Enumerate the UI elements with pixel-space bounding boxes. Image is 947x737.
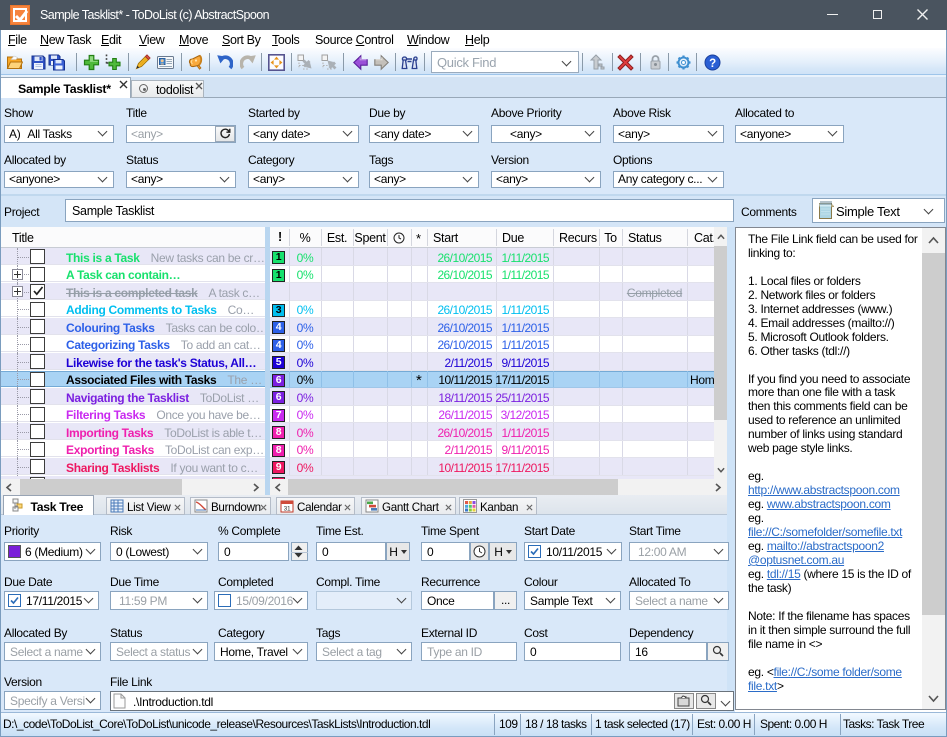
svg-text:?: ? bbox=[709, 58, 716, 70]
svg-text:31: 31 bbox=[284, 506, 291, 513]
